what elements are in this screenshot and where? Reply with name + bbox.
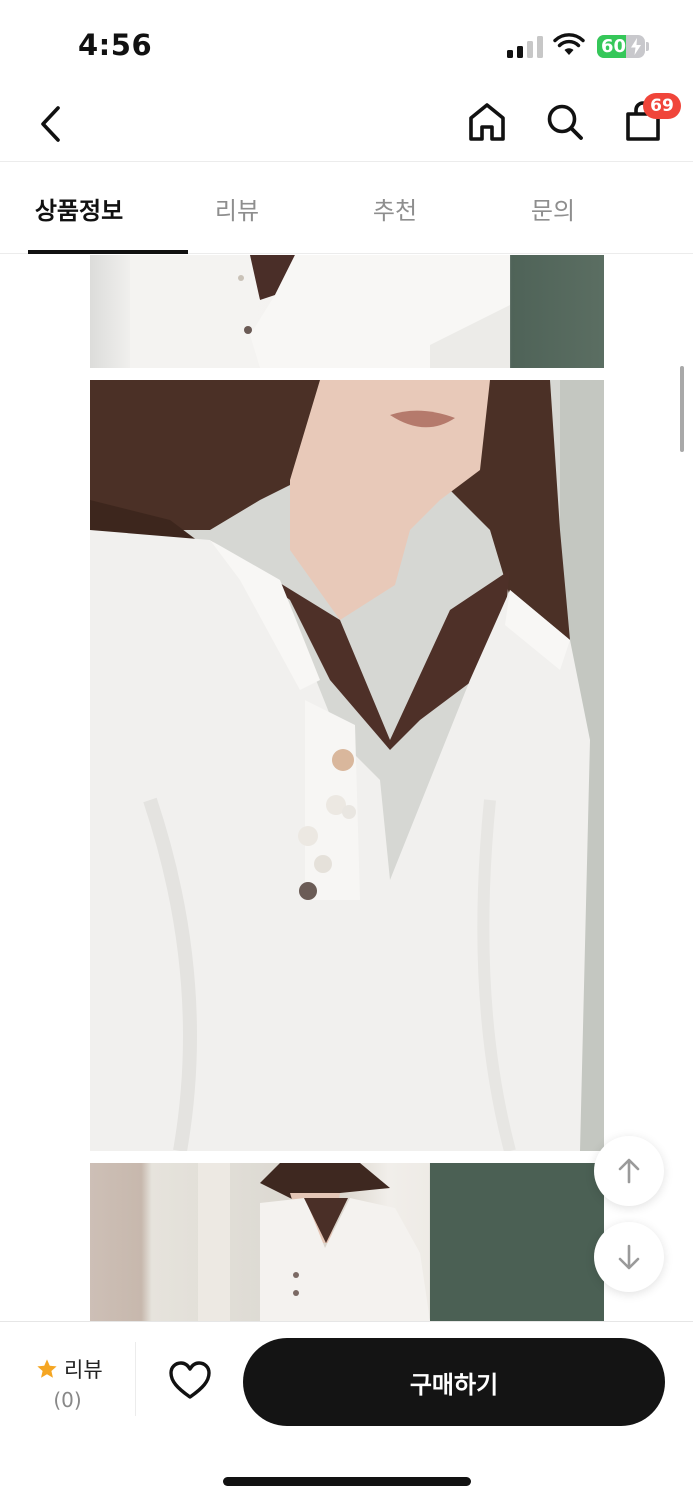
wifi-icon (553, 33, 585, 55)
search-button[interactable] (544, 100, 586, 144)
scrollbar-thumb[interactable] (680, 366, 684, 452)
shirt-collar-illustration (130, 255, 510, 368)
cellular-signal-icon (507, 36, 543, 58)
star-icon (37, 1359, 57, 1378)
charging-bolt-icon (631, 38, 641, 55)
product-photo-2 (90, 380, 604, 1151)
tab-product-info[interactable]: 상품정보 (0, 162, 158, 254)
review-rating-row: 리뷰 (36, 1354, 103, 1384)
active-tab-indicator (28, 250, 188, 254)
buy-button[interactable]: 구매하기 (243, 1338, 665, 1426)
back-button[interactable] (30, 102, 70, 146)
product-detail-content (0, 255, 693, 1321)
battery-percent: 60 (601, 36, 627, 57)
wishlist-button[interactable] (167, 1358, 213, 1402)
review-count: (0) (53, 1388, 82, 1412)
status-bar: 4:56 60 (0, 0, 693, 90)
battery-cap (646, 42, 649, 51)
arrow-down-icon (618, 1244, 640, 1270)
model-photo-illustration (90, 380, 604, 1151)
heart-icon (169, 1361, 211, 1399)
home-button[interactable] (466, 100, 508, 144)
detail-tabs: 상품정보 리뷰 추천 문의 (0, 162, 693, 254)
app-header (0, 90, 693, 162)
scroll-to-top-button[interactable] (594, 1136, 664, 1206)
tab-recommend[interactable]: 추천 (316, 162, 474, 254)
search-icon (547, 104, 583, 140)
arrow-up-icon (618, 1158, 640, 1184)
purchase-bar: 리뷰 (0) 구매하기 (0, 1321, 693, 1500)
model-full-photo-illustration (198, 1163, 604, 1321)
status-time: 4:56 (78, 28, 153, 62)
battery-indicator: 60 (597, 35, 645, 58)
bar-divider (135, 1342, 136, 1416)
review-label: 리뷰 (64, 1358, 103, 1382)
product-photo-1 (90, 255, 604, 368)
tab-inquiry[interactable]: 문의 (474, 162, 632, 254)
review-summary[interactable]: 리뷰 (0) (0, 1352, 135, 1416)
product-photo-3 (90, 1163, 604, 1321)
home-indicator (223, 1477, 471, 1486)
cart-count-badge: 69 (643, 93, 681, 119)
home-icon (469, 103, 505, 141)
chevron-left-icon (41, 106, 60, 142)
scroll-to-bottom-button[interactable] (594, 1222, 664, 1292)
tab-reviews[interactable]: 리뷰 (158, 162, 316, 254)
